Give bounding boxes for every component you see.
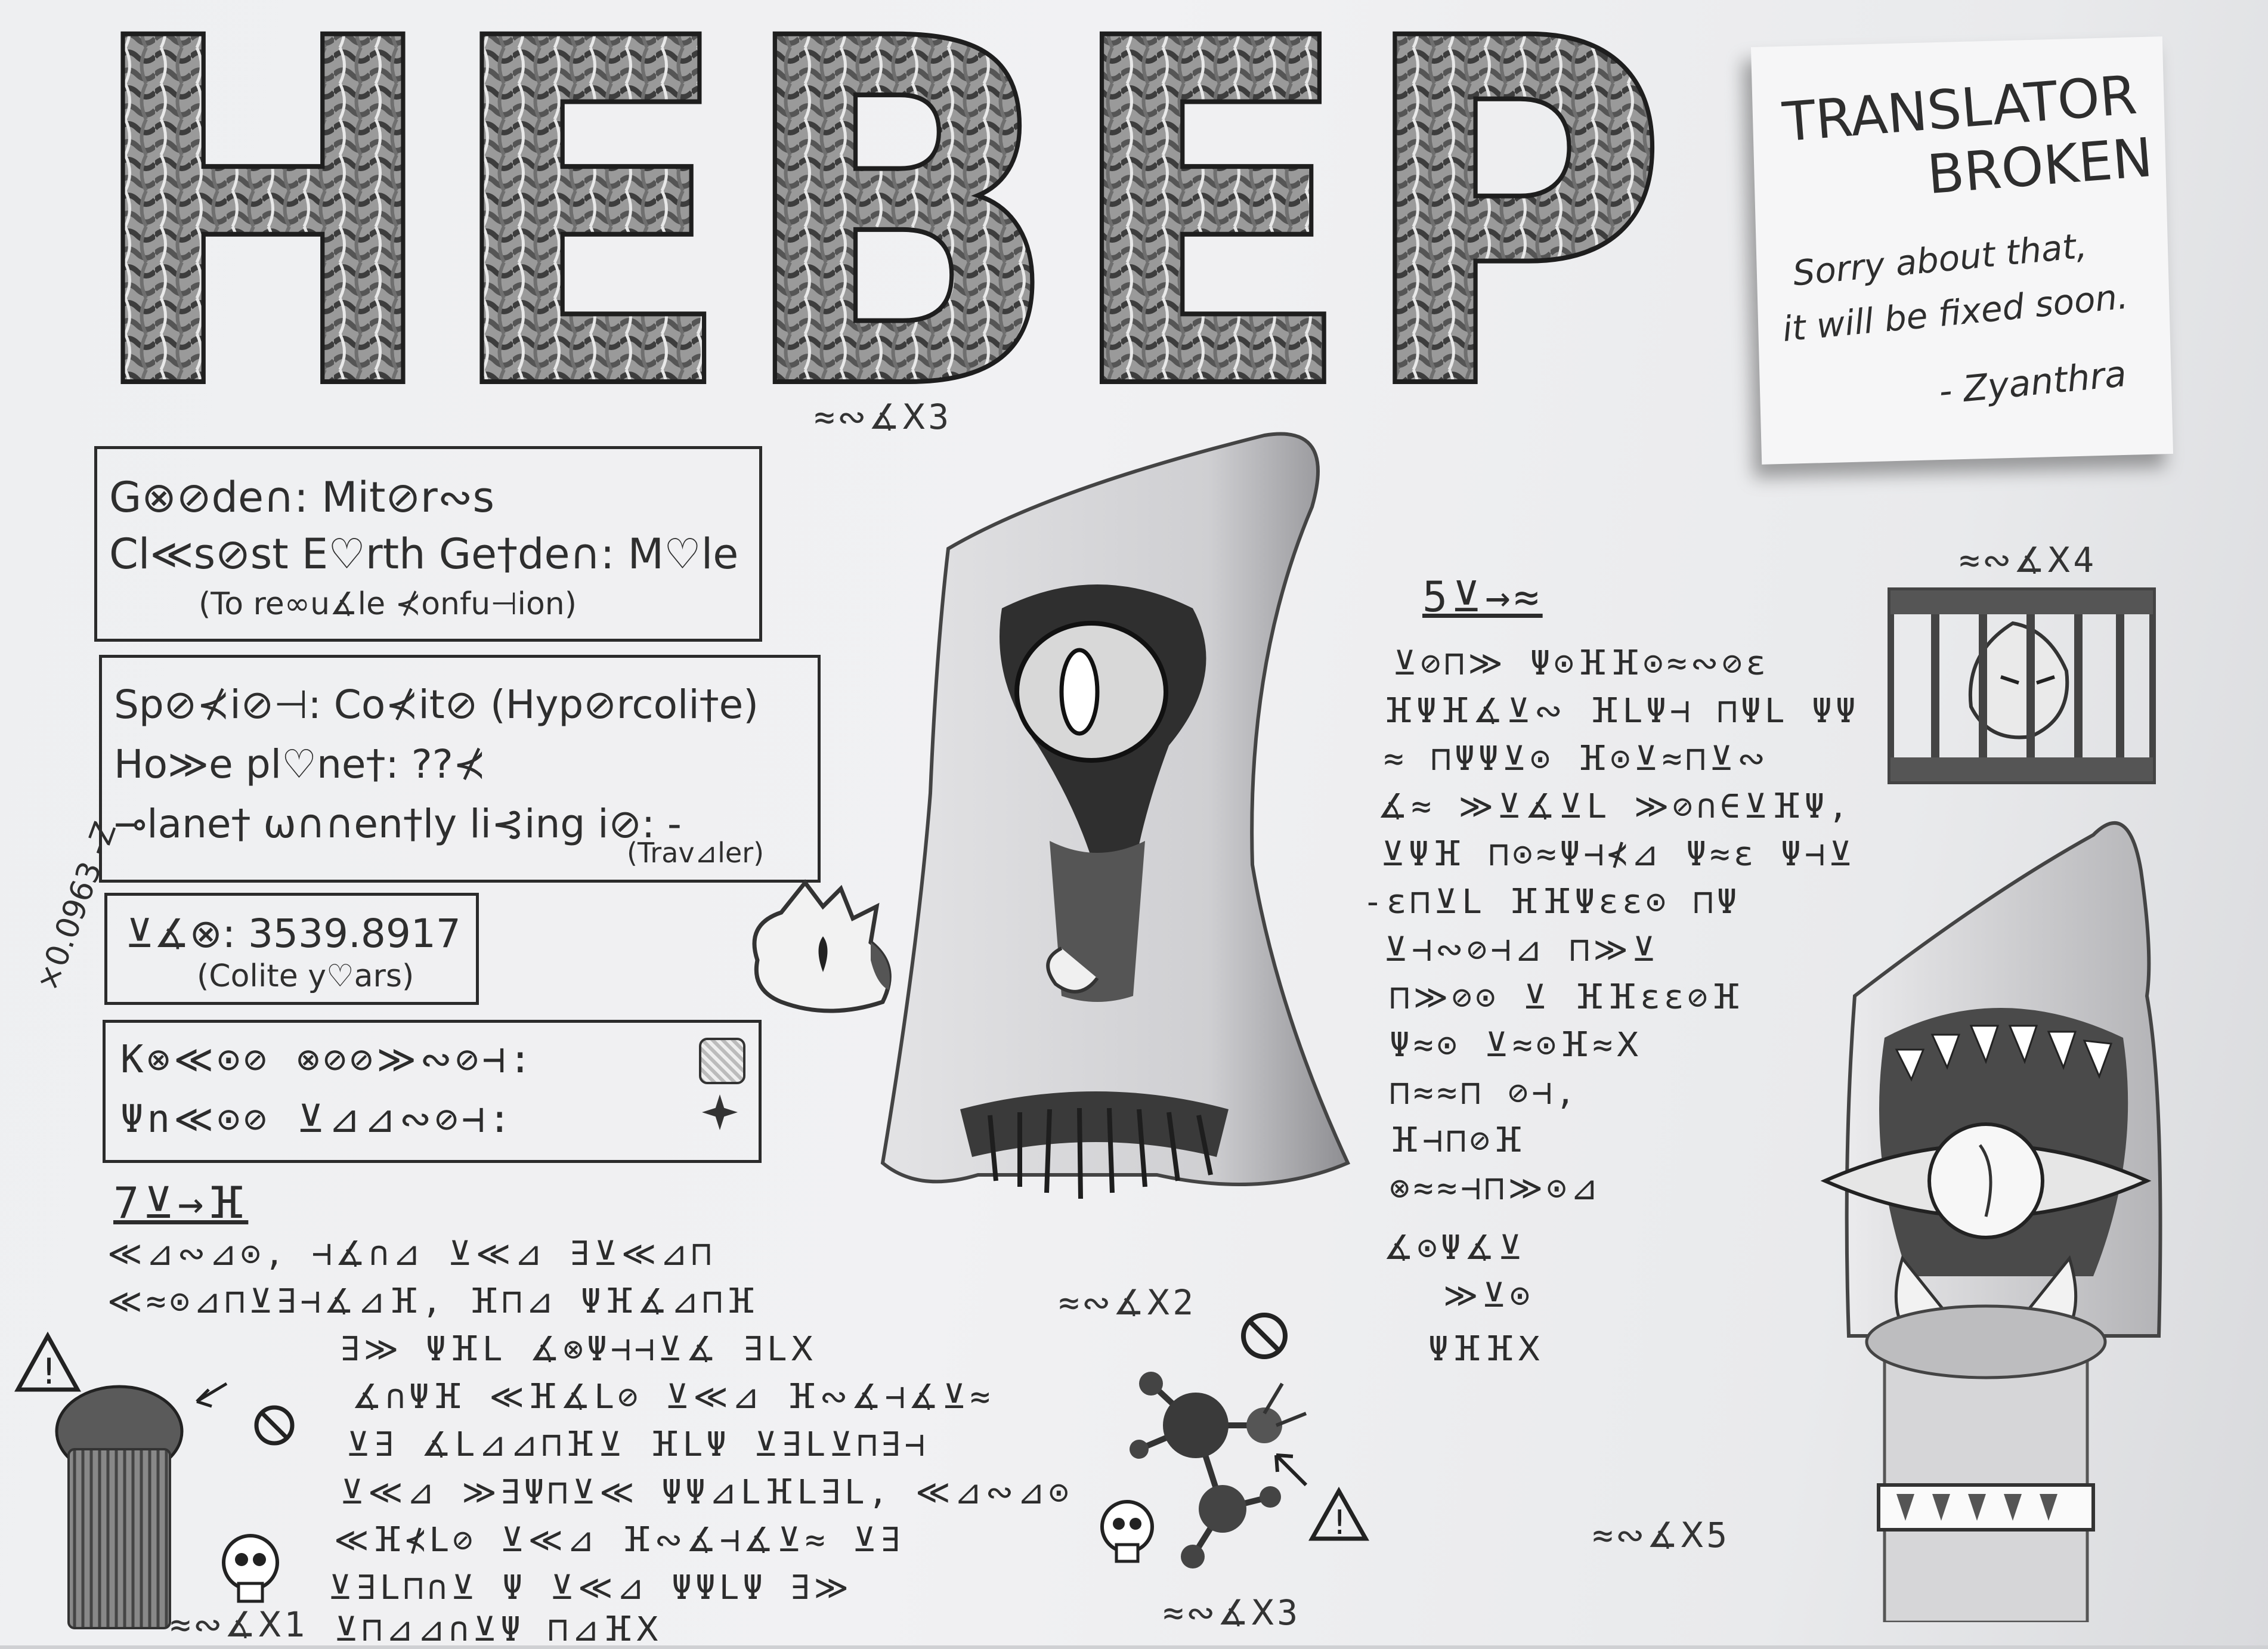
left-text-line-2: ≪≈⊙⊿⊓⊻∃⊣∡⊿ⴼ, ⴼ⊓⊿ Ψⴼ∡⊿⊓ⴼ: [107, 1282, 759, 1321]
svg-text:!: !: [1333, 1503, 1346, 1542]
left-text-line-3: ∃≫ ΨⴼL ∡⊗Ψ⊣⊣⊻∡ ∃LⅩ: [340, 1330, 817, 1369]
right-text-line-15: ΨⴼⴼⅩ: [1428, 1330, 1545, 1369]
svg-text:!: !: [42, 1351, 56, 1393]
right-text-line-14: ≫⊻⊙: [1443, 1276, 1534, 1315]
title-logo: HEBEP: [83, 12, 1672, 417]
figure-1-drawing: !: [14, 1331, 295, 1629]
title-text: HEBEP: [83, 12, 1670, 417]
figure-5-creature: [1820, 821, 2162, 1622]
right-text-line-10: ⊓≈≈⊓ ⊘⊣,: [1390, 1073, 1579, 1112]
info-box-species: Sp⊘⊀i⊘⊣: Co⊀it⊘ (Hyp⊘rcoli†e) Ho≫e pl♡ne…: [99, 655, 821, 883]
translator-note: TRANSLATOR BROKEN Sorry about that, it w…: [1750, 36, 2174, 465]
colors-line2: Ψn≪⊙⊘ ⊻⊿⊿∾⊘⊣:: [120, 1097, 515, 1141]
colors-line1: K⊗≪⊙⊘ ⊗⊘⊘≫∾⊘⊣:: [120, 1038, 536, 1082]
right-text-line-11: ⴼ⊣⊓⊘ⴼ: [1390, 1121, 1527, 1160]
info-box-colors: K⊗≪⊙⊘ ⊗⊘⊘≫∾⊘⊣: Ψn≪⊙⊘ ⊻⊿⊿∾⊘⊣:: [103, 1020, 762, 1163]
age-units: (Colite y♡ars): [197, 958, 414, 994]
color-swatch-1: [699, 1038, 745, 1084]
color-swatch-2: [702, 1094, 738, 1130]
left-text-line-1: ≪⊿∾⊿⊙, ⊣∡∩⊿ ⊻≪⊿ ∃⊻≪⊿⊓: [107, 1235, 716, 1273]
left-text-line-5: ⊻∃ ∡L⊿⊿⊓ⴼ⊻ ⴼLΨ ⊻∃L⊻⊓∃⊣: [346, 1425, 929, 1464]
skull-icon-2: [1100, 1500, 1154, 1563]
current-planet-line: ⊸lane† ω∩∩en†ly li⊰ing i⊘: -: [114, 801, 682, 847]
info-box-age: ⊻∡⊗: 3539.8917 (Colite y♡ars): [104, 893, 479, 1005]
figure-label-1: ≈∾∡Ⅹ1: [170, 1604, 308, 1645]
figure-4-cage: [1888, 587, 2156, 784]
right-text-line-1: ⊻⊘⊓≫ Ψ⊙ⴼⴼ⊙≈∾⊘ε: [1393, 644, 1769, 683]
note-signature: - Zyanthra: [1937, 353, 2128, 413]
gender-line: G⊗⊘de∩: Mit⊘r∾s: [109, 473, 494, 522]
left-text-line-7: ≪ⴼ⊀L⊘ ⊻≪⊿ ⴼ∾∡⊣∡⊻≈ ⊻∃: [334, 1521, 904, 1560]
species-line: Sp⊘⊀i⊘⊣: Co⊀it⊘ (Hyp⊘rcoli†e): [114, 682, 759, 728]
right-text-line-7: ⊻⊣∾⊘⊣⊿ ⊓≫⊻: [1384, 930, 1660, 969]
figure-2-creature: [880, 432, 1351, 1199]
section-7-heading: 7⊻→ⴼ: [113, 1178, 249, 1228]
figure-label-4: ≈∾∡Ⅹ4: [1959, 540, 2097, 580]
figure-label-5: ≈∾∡Ⅹ5: [1592, 1515, 1730, 1555]
mouth-eye: [1927, 1122, 2044, 1239]
earth-gender-line: Cl≪s⊘st E♡rth Ge†de∩: M♡le: [109, 530, 739, 578]
right-text-line-6: -ε⊓⊻L ⴼⴼΨεε⊙ ⊓Ψ: [1363, 883, 1741, 921]
left-text-line-8: ⊻∃L⊓∩⊻ Ψ ⊻≪⊿ ΨΨLΨ ∃≫: [328, 1568, 853, 1607]
confusion-note: (To re∞u∡le ⊀onfu⊣ion): [199, 586, 577, 622]
left-text-line-6: ⊻≪⊿ ≫∃Ψ⊓⊻≪ ΨΨ⊿LⴼL∃L, ≪⊿∾⊿⊙: [340, 1473, 1073, 1512]
skull-icon-1: [222, 1534, 279, 1603]
right-text-line-4: ∡≈ ≫⊻∡⊻L ≫⊘∩∈⊻ⴼΨ,: [1378, 787, 1852, 826]
right-text-line-13: ∡⊙Ψ∡⊻: [1384, 1229, 1526, 1267]
right-text-line-2: ⴼΨⴼ∡⊻∾ ⴼLΨ⊣ ⊓ΨL ΨΨ: [1384, 692, 1859, 731]
glove-drawing: [752, 879, 892, 1013]
figure-3-drawing: !: [1100, 1313, 1369, 1568]
age-line: ⊻∡⊗: 3539.8917: [125, 911, 461, 957]
figure-label-3-bottom: ≈∾∡Ⅹ3: [1163, 1592, 1301, 1633]
right-text-line-9: Ψ≈⊙ ⊻≈⊙ⴼ≈Ⅹ: [1390, 1026, 1643, 1065]
right-text-line-8: ⊓≫⊘⊙ ⊻ ⴼⴼεε⊘ⴼ: [1390, 978, 1744, 1017]
section-5-heading: 5⊻→≈: [1422, 573, 1543, 621]
paper-sheet: HEBEP ≈∾∡Ⅹ3 TRANSLATOR BROKEN Sorry abou…: [0, 0, 2268, 1649]
right-text-line-3: ≈ ⊓ΨΨ⊻⊙ ⴼ⊙⊻≈⊓⊻∾: [1384, 740, 1769, 778]
left-text-line-9: ⊻⊓⊿⊿∩⊻Ψ ⊓⊿ⴼⅩ: [334, 1610, 663, 1649]
right-text-line-12: ⊗≈≈⊣⊓≫⊙⊿: [1390, 1169, 1602, 1208]
left-text-line-4: ∡∩Ψⴼ ≪ⴼ∡L⊘ ⊻≪⊿ ⴼ∾∡⊣∡⊻≈: [352, 1378, 994, 1416]
info-box-gender: G⊗⊘de∩: Mit⊘r∾s Cl≪s⊘st E♡rth Ge†de∩: M♡…: [94, 446, 762, 642]
home-planet-line: Ho≫e pl♡ne†: ??⊀: [114, 741, 487, 787]
right-text-line-5: ⊻Ψⴼ ⊓⊙≈Ψ⊣⊀⊿ Ψ≈ε Ψ⊣⊻: [1381, 835, 1857, 874]
